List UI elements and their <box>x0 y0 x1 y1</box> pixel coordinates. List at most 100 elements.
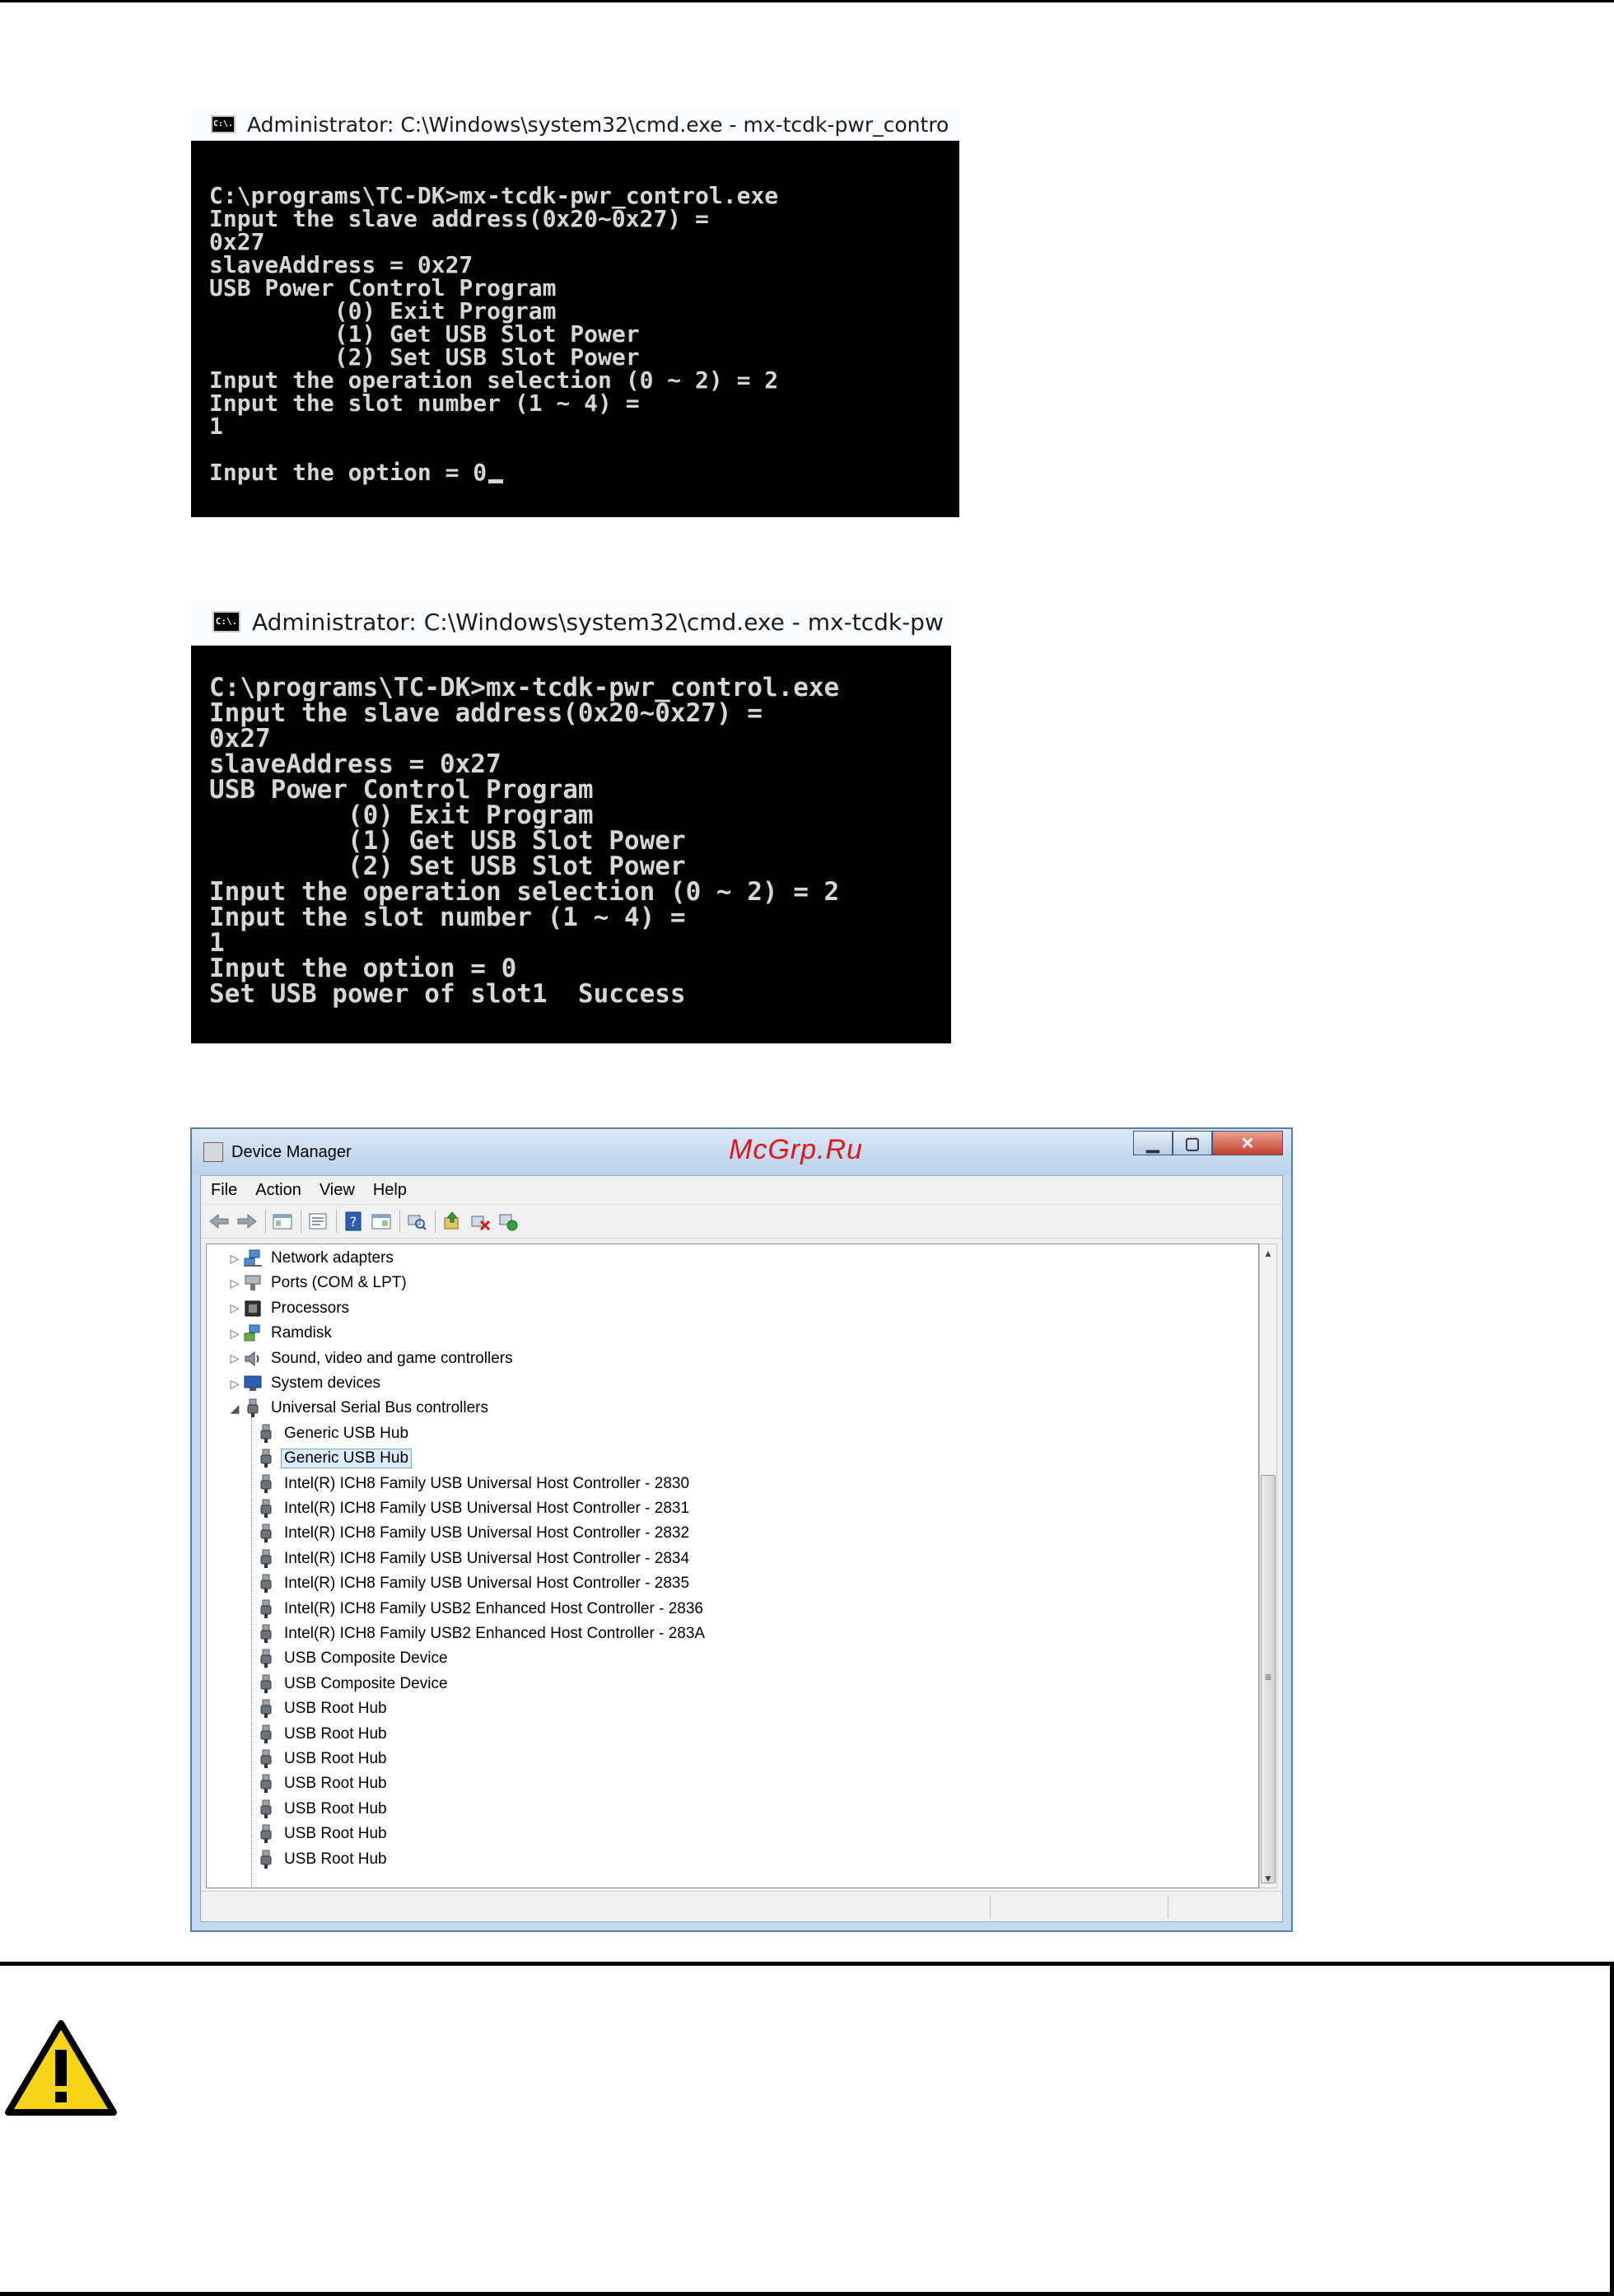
usb-device-item[interactable]: USB Composite Device <box>254 1672 451 1696</box>
tree-guide-line <box>251 1417 252 1888</box>
usb-device-item[interactable]: Generic USB Hub <box>254 1421 412 1446</box>
usb-device-item[interactable]: USB Root Hub <box>254 1822 390 1846</box>
usb-device-item[interactable]: USB Root Hub <box>254 1771 390 1796</box>
cmd-window-1-console[interactable]: C:\programs\TC-DK>mx-tcdk-pwr_control.ex… <box>209 161 778 484</box>
uninstall-button[interactable] <box>469 1210 492 1233</box>
console-line: C:\programs\TC-DK>mx-tcdk-pwr_control.ex… <box>209 182 779 209</box>
device-tree[interactable]: ▷ Network adapters ▷ Ports (COM & LPT) ▷ Proc… <box>206 1244 1259 1888</box>
usb-device-item[interactable]: Generic USB Hub <box>254 1446 413 1471</box>
scroll-down-arrow-icon[interactable]: ▼ <box>1260 1869 1276 1888</box>
usb-plug-icon <box>254 1724 278 1745</box>
usb-device-item[interactable]: Intel(R) ICH8 Family USB Universal Host … <box>254 1496 693 1521</box>
menu-help[interactable]: Help <box>373 1181 407 1200</box>
usb-device-item[interactable]: Intel(R) ICH8 Family USB Universal Host … <box>254 1547 693 1571</box>
update-driver-button[interactable] <box>441 1210 464 1233</box>
usb-plug-icon <box>254 1648 278 1669</box>
vertical-scrollbar[interactable]: ▲ ≡ ▼ <box>1259 1244 1277 1888</box>
menu-view[interactable]: View <box>320 1181 355 1200</box>
usb-plug-icon <box>254 1623 278 1645</box>
collapsed-arrow-icon[interactable]: ▷ <box>228 1301 241 1315</box>
watermark-text: McGrp.Ru <box>729 1134 863 1165</box>
collapsed-arrow-icon[interactable]: ▷ <box>228 1327 241 1341</box>
device-manager-client: File Action View Help ? ▷ Network adapte… <box>200 1175 1283 1922</box>
tree-category-label: Network adapters <box>271 1249 394 1267</box>
usb-plug-icon <box>254 1498 278 1519</box>
tree-category-label: Universal Serial Bus controllers <box>271 1399 488 1417</box>
cmd-window-1-title: Administrator: C:\Windows\system32\cmd.e… <box>247 112 949 137</box>
forward-button[interactable] <box>236 1210 259 1233</box>
status-divider <box>1168 1895 1169 1918</box>
minimize-button[interactable]: ▁ <box>1133 1131 1173 1155</box>
console-line: Input the operation selection (0 ~ 2) = … <box>209 877 840 907</box>
cmd-window-2-titlebar[interactable]: C:\. Administrator: C:\Windows\system32\… <box>191 599 951 646</box>
maximize-icon: ▢ <box>1184 1134 1201 1153</box>
tree-category[interactable]: ▷ Network adapters <box>228 1246 397 1271</box>
show-hide-console-tree-button[interactable] <box>271 1210 294 1233</box>
cmd-window-1-titlebar[interactable]: C:\. Administrator: C:\Windows\system32\… <box>191 109 959 141</box>
usb-device-item[interactable]: USB Root Hub <box>254 1696 390 1721</box>
uninstall-icon <box>471 1216 490 1231</box>
text-cursor <box>488 479 504 483</box>
usb-plug-icon <box>254 1673 278 1695</box>
tree-category[interactable]: ▷ Sound, video and game controllers <box>228 1346 516 1371</box>
tree-category[interactable]: ▷ Ports (COM & LPT) <box>228 1271 410 1295</box>
collapsed-arrow-icon[interactable]: ▷ <box>228 1276 241 1290</box>
back-button[interactable] <box>208 1210 231 1233</box>
usb-device-item[interactable]: Intel(R) ICH8 Family USB Universal Host … <box>254 1521 693 1546</box>
usb-device-item[interactable]: USB Root Hub <box>254 1722 390 1747</box>
warning-panel <box>0 1962 1614 2296</box>
console-line: (1) Get USB Slot Power <box>209 826 686 856</box>
usb-device-item[interactable]: Intel(R) ICH8 Family USB2 Enhanced Host … <box>254 1597 707 1622</box>
console-line: (0) Exit Program <box>209 800 594 830</box>
maximize-button[interactable]: ▢ <box>1173 1131 1212 1155</box>
device-manager-titlebar[interactable]: Device Manager McGrp.Ru ▁ ▢ ✕ <box>192 1129 1291 1175</box>
scan-hardware-button[interactable] <box>405 1210 428 1233</box>
usb-device-label: USB Root Hub <box>284 1799 387 1818</box>
menu-action[interactable]: Action <box>255 1181 301 1200</box>
cmd-window-1: C:\. Administrator: C:\Windows\system32\… <box>191 109 959 517</box>
usb-device-item[interactable]: USB Root Hub <box>254 1847 390 1872</box>
console-line: Set USB power of slot1 Success <box>209 979 686 1009</box>
view-button[interactable] <box>370 1210 393 1233</box>
properties-icon <box>309 1213 327 1230</box>
tree-category[interactable]: ▷ System devices <box>228 1371 384 1396</box>
menu-file[interactable]: File <box>211 1181 237 1200</box>
menu-bar: File Action View Help <box>201 1176 1282 1205</box>
usb-plug-icon <box>254 1748 278 1770</box>
expanded-arrow-icon[interactable]: ◢ <box>228 1402 241 1416</box>
scroll-up-arrow-icon[interactable]: ▲ <box>1260 1244 1276 1262</box>
usb-plug-icon <box>241 1398 264 1419</box>
usb-device-label: USB Root Hub <box>284 1775 387 1793</box>
usb-plug-icon <box>254 1448 278 1469</box>
tree-category[interactable]: ▷ Processors <box>228 1296 352 1321</box>
scrollbar-thumb[interactable]: ≡ <box>1261 1475 1276 1883</box>
tree-category[interactable]: ▷ Ramdisk <box>228 1321 335 1346</box>
close-button[interactable]: ✕ <box>1212 1131 1283 1155</box>
help-button[interactable]: ? <box>342 1210 365 1233</box>
console-line: 0x27 <box>209 228 265 255</box>
tree-category[interactable]: ◢ Universal Serial Bus controllers <box>228 1396 492 1421</box>
usb-plug-icon <box>254 1598 278 1620</box>
scan-hardware-icon <box>408 1215 427 1230</box>
usb-device-item[interactable]: USB Root Hub <box>254 1747 390 1771</box>
usb-device-label: Generic USB Hub <box>281 1449 413 1469</box>
usb-device-item[interactable]: Intel(R) ICH8 Family USB Universal Host … <box>254 1571 693 1596</box>
usb-device-item[interactable]: Intel(R) ICH8 Family USB Universal Host … <box>254 1472 693 1496</box>
collapsed-arrow-icon[interactable]: ▷ <box>228 1252 241 1266</box>
tree-category-label: Processors <box>271 1299 350 1317</box>
cmd-window-2-console[interactable]: C:\programs\TC-DK>mx-tcdk-pwr_control.ex… <box>209 650 839 1007</box>
usb-device-item[interactable]: Intel(R) ICH8 Family USB2 Enhanced Host … <box>254 1622 708 1646</box>
collapsed-arrow-icon[interactable]: ▷ <box>228 1351 241 1365</box>
usb-device-item[interactable]: USB Root Hub <box>254 1797 390 1822</box>
usb-device-label: USB Composite Device <box>284 1674 448 1692</box>
properties-button[interactable] <box>306 1210 329 1233</box>
enable-device-button[interactable] <box>497 1210 520 1233</box>
device-manager-app-icon <box>203 1142 223 1162</box>
collapsed-arrow-icon[interactable]: ▷ <box>228 1377 241 1391</box>
enable-device-icon <box>499 1214 518 1231</box>
usb-device-item[interactable]: USB Composite Device <box>254 1646 451 1671</box>
usb-device-label: Intel(R) ICH8 Family USB Universal Host … <box>284 1549 690 1567</box>
cmd-icon: C:\. <box>211 115 236 133</box>
tree-category-label: Sound, video and game controllers <box>271 1349 513 1367</box>
